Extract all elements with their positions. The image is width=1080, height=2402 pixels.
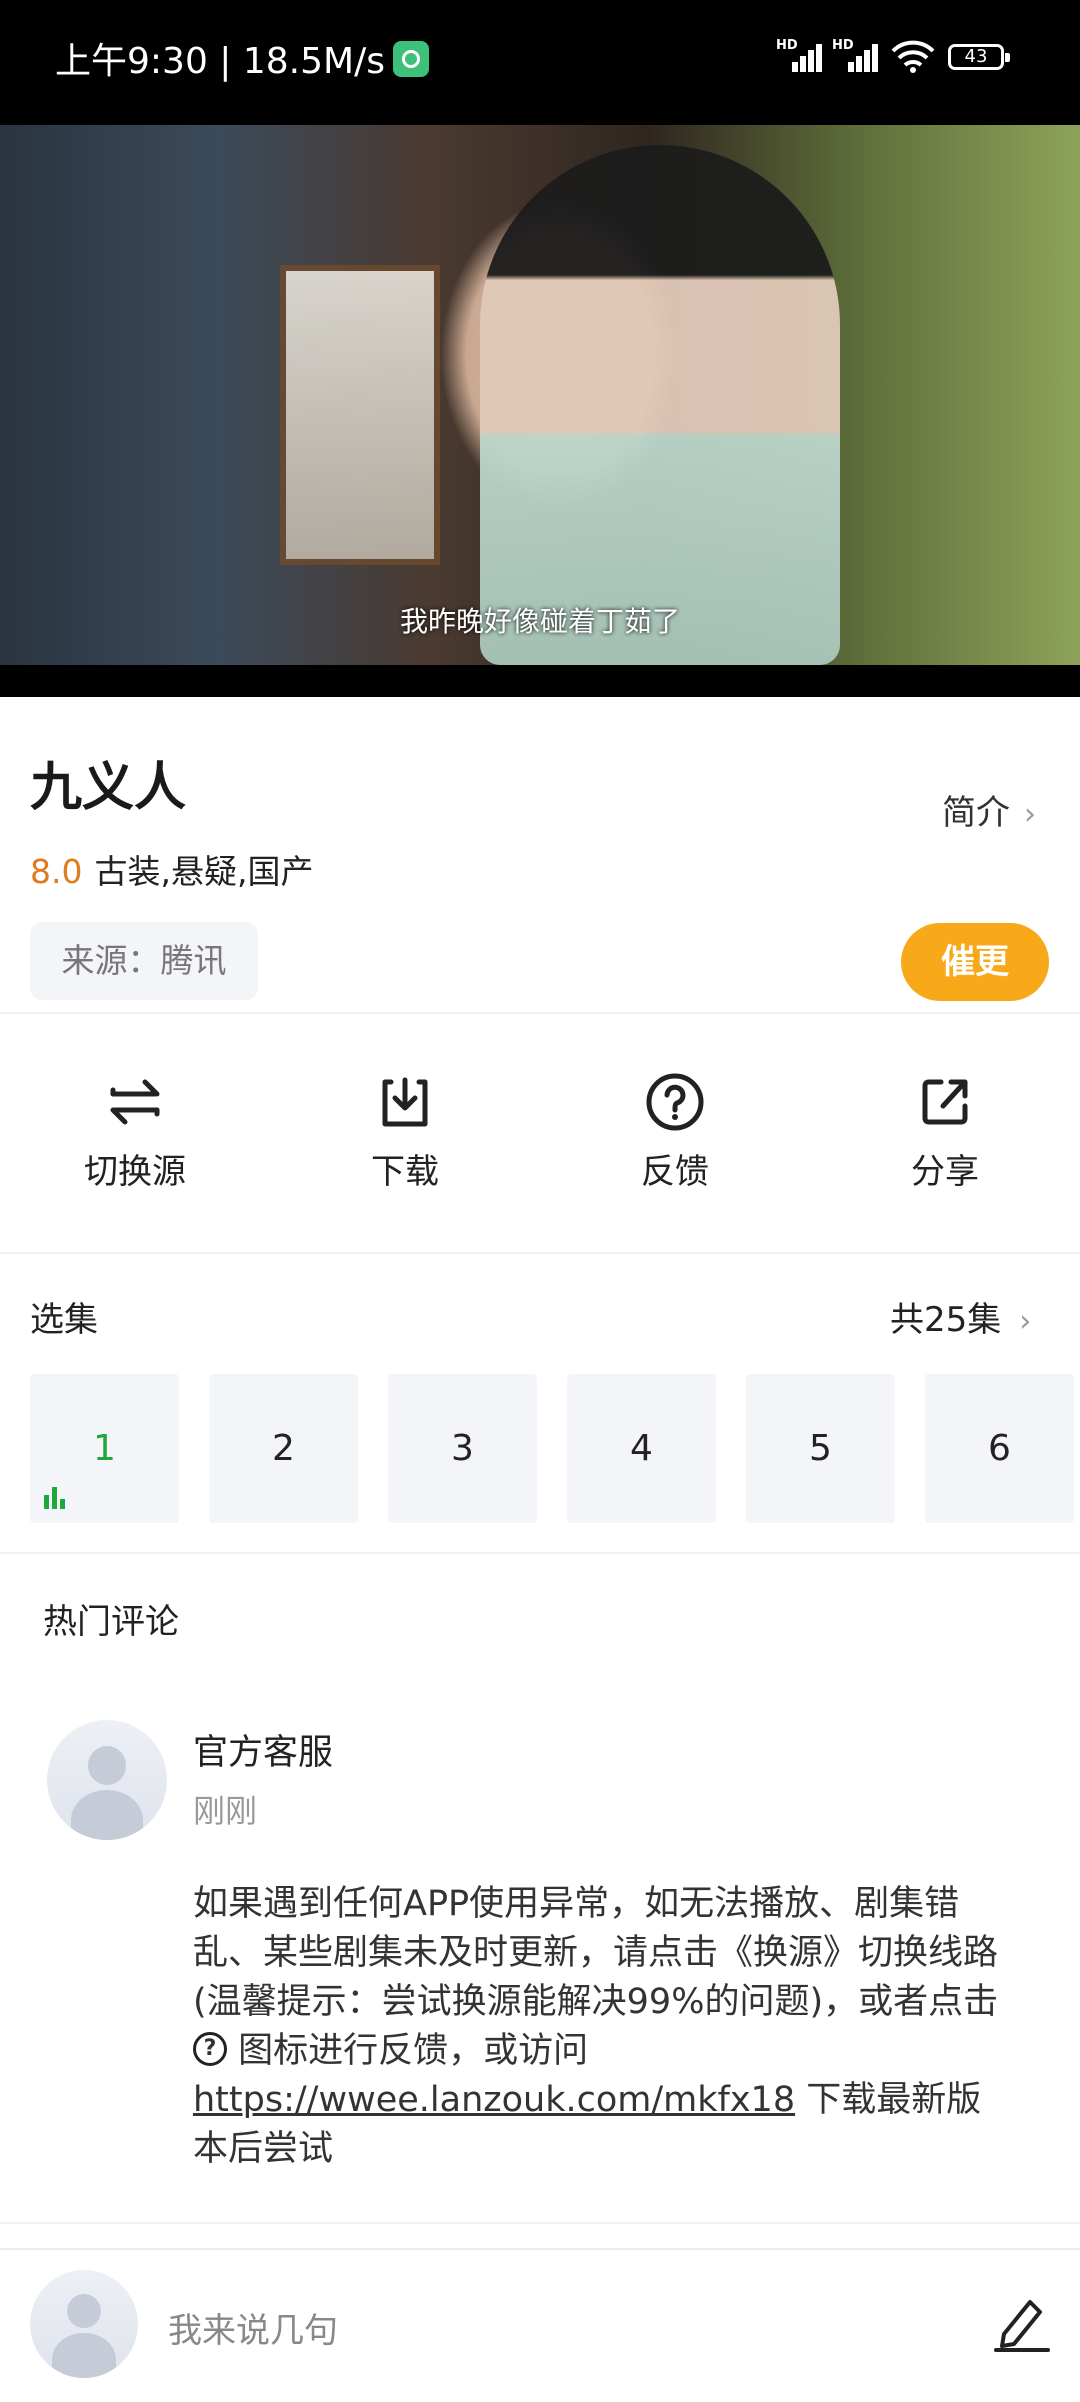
switch-source-button[interactable]: 切换源 — [0, 1070, 270, 1193]
download-link[interactable]: https://wwee.lanzouk.com/mkfx18 — [193, 2080, 795, 2120]
my-avatar — [30, 2270, 138, 2378]
genres: 古装,悬疑,国产 — [94, 852, 314, 891]
episode-chip[interactable]: 3 — [388, 1374, 537, 1523]
avatar[interactable] — [47, 1720, 167, 1840]
hot-comments-title: 热门评论 — [43, 1602, 179, 1642]
action-label: 切换源 — [84, 1152, 186, 1192]
action-label: 分享 — [911, 1152, 979, 1192]
episode-chip[interactable]: 1 — [30, 1374, 179, 1523]
source-tag[interactable]: 来源：腾讯 — [30, 922, 258, 1000]
rating-genres: 8.0 古装,悬疑,国产 — [30, 845, 313, 893]
episodes-title: 选集 — [30, 1300, 98, 1340]
divider — [0, 1252, 1080, 1254]
playing-indicator-icon — [44, 1487, 68, 1509]
download-icon — [382, 1077, 428, 1127]
comment-input-bar[interactable] — [0, 2248, 1080, 2402]
battery-icon: 43 — [948, 44, 1010, 70]
lantern-shape — [280, 265, 440, 565]
episode-chip[interactable]: 4 — [567, 1374, 716, 1523]
status-time-speed: 上午9:30 | 18.5M/s — [55, 32, 429, 84]
comment-author: 官方客服 — [193, 1733, 334, 1773]
app-notification-icon — [392, 41, 429, 77]
clock: 上午9:30 — [55, 41, 208, 82]
video-player[interactable]: 我昨晚好像碰着丁茹了 — [0, 125, 1080, 697]
cell-signal-icon-2: HD — [832, 38, 884, 72]
episode-chip[interactable]: 2 — [209, 1374, 358, 1523]
episode-chip[interactable]: 5 — [746, 1374, 895, 1523]
action-label: 下载 — [371, 1152, 439, 1192]
episode-chip[interactable]: 6 — [925, 1374, 1074, 1523]
share-icon — [922, 1079, 968, 1125]
urge-update-button[interactable]: 催更 — [901, 923, 1049, 1001]
intro-link[interactable]: 简介 › — [942, 785, 1036, 834]
download-button[interactable]: 下载 — [270, 1070, 540, 1193]
action-label: 反馈 — [641, 1152, 709, 1192]
intro-label: 简介 — [942, 793, 1010, 833]
comment-text: 如果遇到任何APP使用异常，如无法播放、剧集错乱、某些剧集未及时更新，请点击《换… — [193, 1884, 999, 2169]
net-speed: 18.5M/s — [242, 41, 385, 82]
video-bottom-bar — [0, 665, 1080, 697]
score: 8.0 — [30, 852, 83, 891]
divider — [0, 1012, 1080, 1014]
share-button[interactable]: 分享 — [810, 1070, 1080, 1193]
chevron-right-icon: › — [1019, 1304, 1032, 1339]
switch-source-icon — [110, 1079, 160, 1125]
question-circle-icon — [646, 1073, 704, 1131]
edit-pen-icon[interactable] — [990, 2290, 1054, 2354]
comment-input[interactable]: 我来说几句 — [168, 2303, 338, 2352]
status-bar: 上午9:30 | 18.5M/s HD HD 43 — [0, 0, 1080, 125]
divider — [0, 1552, 1080, 1554]
episodes-count-link[interactable]: 共25集 › — [890, 1292, 1031, 1341]
episodes-count: 共25集 — [890, 1300, 1002, 1340]
video-frame — [0, 125, 1080, 665]
actress-silhouette — [480, 145, 840, 665]
video-subtitle: 我昨晚好像碰着丁茹了 — [399, 605, 680, 638]
divider — [0, 2222, 1080, 2224]
wifi-icon — [891, 40, 935, 73]
show-title: 九义人 — [30, 758, 187, 818]
cell-signal-icon: HD — [776, 38, 828, 72]
feedback-button[interactable]: 反馈 — [540, 1070, 810, 1193]
chevron-right-icon: › — [1024, 797, 1036, 832]
question-circle-icon: ? — [193, 2032, 227, 2066]
comment-time: 刚刚 — [193, 1792, 258, 1830]
